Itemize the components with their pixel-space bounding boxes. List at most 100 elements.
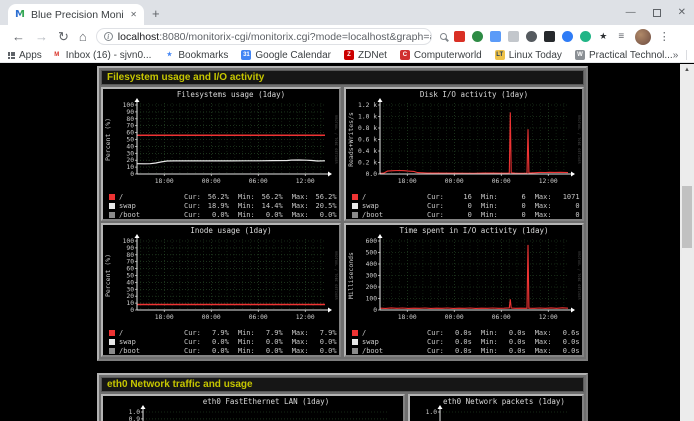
legend-stat-value: 0.0s	[444, 329, 472, 337]
svg-text:100: 100	[366, 296, 378, 303]
bookmarks-overflow-chevron[interactable]: »	[673, 50, 679, 61]
legend-stat-value: 0.0%	[201, 211, 229, 219]
legend-row: /bootCur:0.0%Min:0.0%Max:0.0%	[103, 346, 339, 355]
bookmark-item[interactable]: CComputerworld	[400, 50, 482, 61]
back-button[interactable]: ←	[12, 30, 25, 43]
legend-stat-label: Min:	[481, 338, 498, 346]
scrollbar[interactable]: ▲	[680, 64, 694, 421]
chart-inode-usage[interactable]: 010203040506070809010018:0000:0006:0012:…	[101, 223, 341, 357]
scrollbar-thumb[interactable]	[682, 186, 692, 248]
rrdtool-watermark: RRDTOOL / TOBI OETIKER	[334, 115, 338, 164]
svg-text:18:00: 18:00	[398, 178, 417, 185]
legend-stat-value: 56.2%	[309, 193, 337, 201]
page-info-icon[interactable]: i	[104, 32, 113, 41]
bookmark-item[interactable]: LTLinux Today	[495, 50, 562, 61]
svg-text:1.0: 1.0	[426, 409, 438, 416]
bookmark-label: ZDNet	[358, 50, 387, 61]
forward-button[interactable]: →	[35, 30, 48, 43]
titlebar: M Blue Precision Monitorix ✕ + — ✕	[0, 0, 694, 25]
network-section: eth0 Network traffic and usage 1.00.9eth…	[97, 373, 588, 421]
bookmark-item[interactable]: 31Google Calendar	[241, 50, 331, 61]
svg-text:0: 0	[130, 307, 134, 314]
chart-title: eth0 Network packets (1day)	[443, 397, 565, 406]
chart-eth0-lan[interactable]: 1.00.9eth0 FastEthernet LAN (1day)RRDTOO…	[101, 394, 405, 421]
bookmark-item[interactable]: ZZDNet	[344, 50, 387, 61]
svg-text:0.0: 0.0	[366, 171, 378, 178]
bookmark-item[interactable]: WPractical Technol...	[575, 50, 673, 61]
bookmark-item[interactable]: MInbox (16) - sjvn0...	[52, 50, 152, 61]
legend-stat-value: 18.9%	[201, 202, 229, 210]
legend-series-name: /	[119, 329, 175, 337]
legend-stat-value: 0	[444, 211, 472, 219]
legend-stat-value: 0.0s	[498, 347, 526, 355]
browser-tab[interactable]: M Blue Precision Monitorix ✕	[8, 4, 144, 25]
maximize-button[interactable]	[653, 9, 661, 17]
svg-text:00:00: 00:00	[202, 178, 221, 185]
svg-text:200: 200	[366, 284, 378, 291]
svg-text:1.0 k: 1.0 k	[358, 114, 377, 121]
window-close-button[interactable]: ✕	[678, 7, 686, 18]
url-path: :8080/monitorix-cgi/monitorix.cgi?mode=l…	[159, 31, 432, 43]
legend-stat-label: Max:	[535, 347, 552, 355]
chart-canvas: 010203040506070809010018:0000:0006:0012:…	[103, 225, 339, 327]
legend-row: swapCur:0.0sMin:0.0sMax:0.0s	[346, 337, 582, 346]
grammarly-extension-icon[interactable]	[580, 31, 591, 42]
minimize-button[interactable]: —	[626, 7, 636, 18]
url-bar[interactable]: i localhost :8080/monitorix-cgi/monitori…	[96, 28, 432, 45]
chart-filesystems-usage[interactable]: 010203040506070809010018:0000:0006:0012:…	[101, 87, 341, 221]
bookmark-item[interactable]: ★Bookmarks	[164, 50, 228, 61]
rrdtool-watermark: RRDTOOL / TOBI OETIKER	[577, 115, 581, 164]
frame-extension-icon[interactable]	[508, 31, 519, 42]
new-tab-button[interactable]: +	[152, 4, 160, 24]
svg-text:0.6 k: 0.6 k	[358, 137, 377, 144]
search-extension-icon[interactable]	[440, 33, 447, 40]
legend-stat-value: 0	[498, 211, 526, 219]
legend-color-swatch	[352, 203, 358, 209]
eye-extension-icon[interactable]	[526, 31, 537, 42]
svg-text:30: 30	[126, 286, 134, 293]
legend-stat-label: Cur:	[427, 338, 444, 346]
legend-stat-value: 56.2%	[255, 193, 283, 201]
dark-reader-extension-icon[interactable]	[544, 31, 555, 42]
bookmark-label: Practical Technol...	[589, 50, 673, 61]
legend-series-name: /boot	[362, 211, 418, 219]
legend-color-swatch	[109, 194, 115, 200]
bookmark-label: Linux Today	[509, 50, 562, 61]
profile-avatar[interactable]	[635, 29, 651, 45]
reload-button[interactable]: ↻	[58, 30, 69, 43]
scrollbar-up-arrow[interactable]: ▲	[680, 64, 694, 77]
pin-extension-icon[interactable]: ★	[598, 31, 609, 42]
shield-extension-icon[interactable]	[472, 31, 483, 42]
legend-stat-label: Max:	[292, 329, 309, 337]
svg-text:0: 0	[373, 307, 377, 314]
copy-pages-extension-icon[interactable]	[490, 31, 501, 42]
legend-stat-value: 0.0s	[552, 338, 580, 346]
chart-time-spent-io[interactable]: 010020030040050060018:0000:0006:0012:00T…	[344, 223, 584, 357]
legend-series-name: /	[119, 193, 175, 201]
legend-stat-label: Cur:	[427, 202, 444, 210]
legend-stat-label: Min:	[238, 338, 255, 346]
svg-text:18:00: 18:00	[398, 314, 417, 321]
svg-text:0.9: 0.9	[129, 416, 141, 421]
legend-series-name: /boot	[119, 347, 175, 355]
legend-stat-value: 7.9%	[255, 329, 283, 337]
browser-menu-icon[interactable]: ⋮	[659, 30, 670, 43]
svg-text:30: 30	[126, 150, 134, 157]
home-button[interactable]: ⌂	[79, 30, 87, 43]
apps-shortcut[interactable]: Apps	[8, 50, 42, 61]
legend-stat-label: Cur:	[184, 202, 201, 210]
legend-series-name: /boot	[119, 211, 175, 219]
monitorix-favicon-icon: M	[15, 9, 25, 20]
legend-stat-value: 0.0%	[309, 347, 337, 355]
chart-canvas: 1.00.9eth0 FastEthernet LAN (1day)RRDTOO…	[103, 396, 403, 421]
svg-text:0: 0	[130, 171, 134, 178]
legend-color-swatch	[109, 339, 115, 345]
chart-disk-io-activity[interactable]: 0.00.2 k0.4 k0.6 k0.8 k1.0 k1.2 k18:0000…	[344, 87, 584, 221]
playlist-extension-icon[interactable]: ≡	[616, 31, 627, 42]
tab-close-icon[interactable]: ✕	[130, 10, 137, 19]
blue-chat-extension-icon[interactable]	[562, 31, 573, 42]
legend-row: /bootCur:0.0%Min:0.0%Max:0.0%	[103, 210, 339, 219]
svg-text:12:00: 12:00	[296, 314, 315, 321]
chart-eth0-packets[interactable]: 1.0eth0 Network packets (1day)Packets/sR…	[408, 394, 584, 421]
mail-extension-icon[interactable]	[454, 31, 465, 42]
